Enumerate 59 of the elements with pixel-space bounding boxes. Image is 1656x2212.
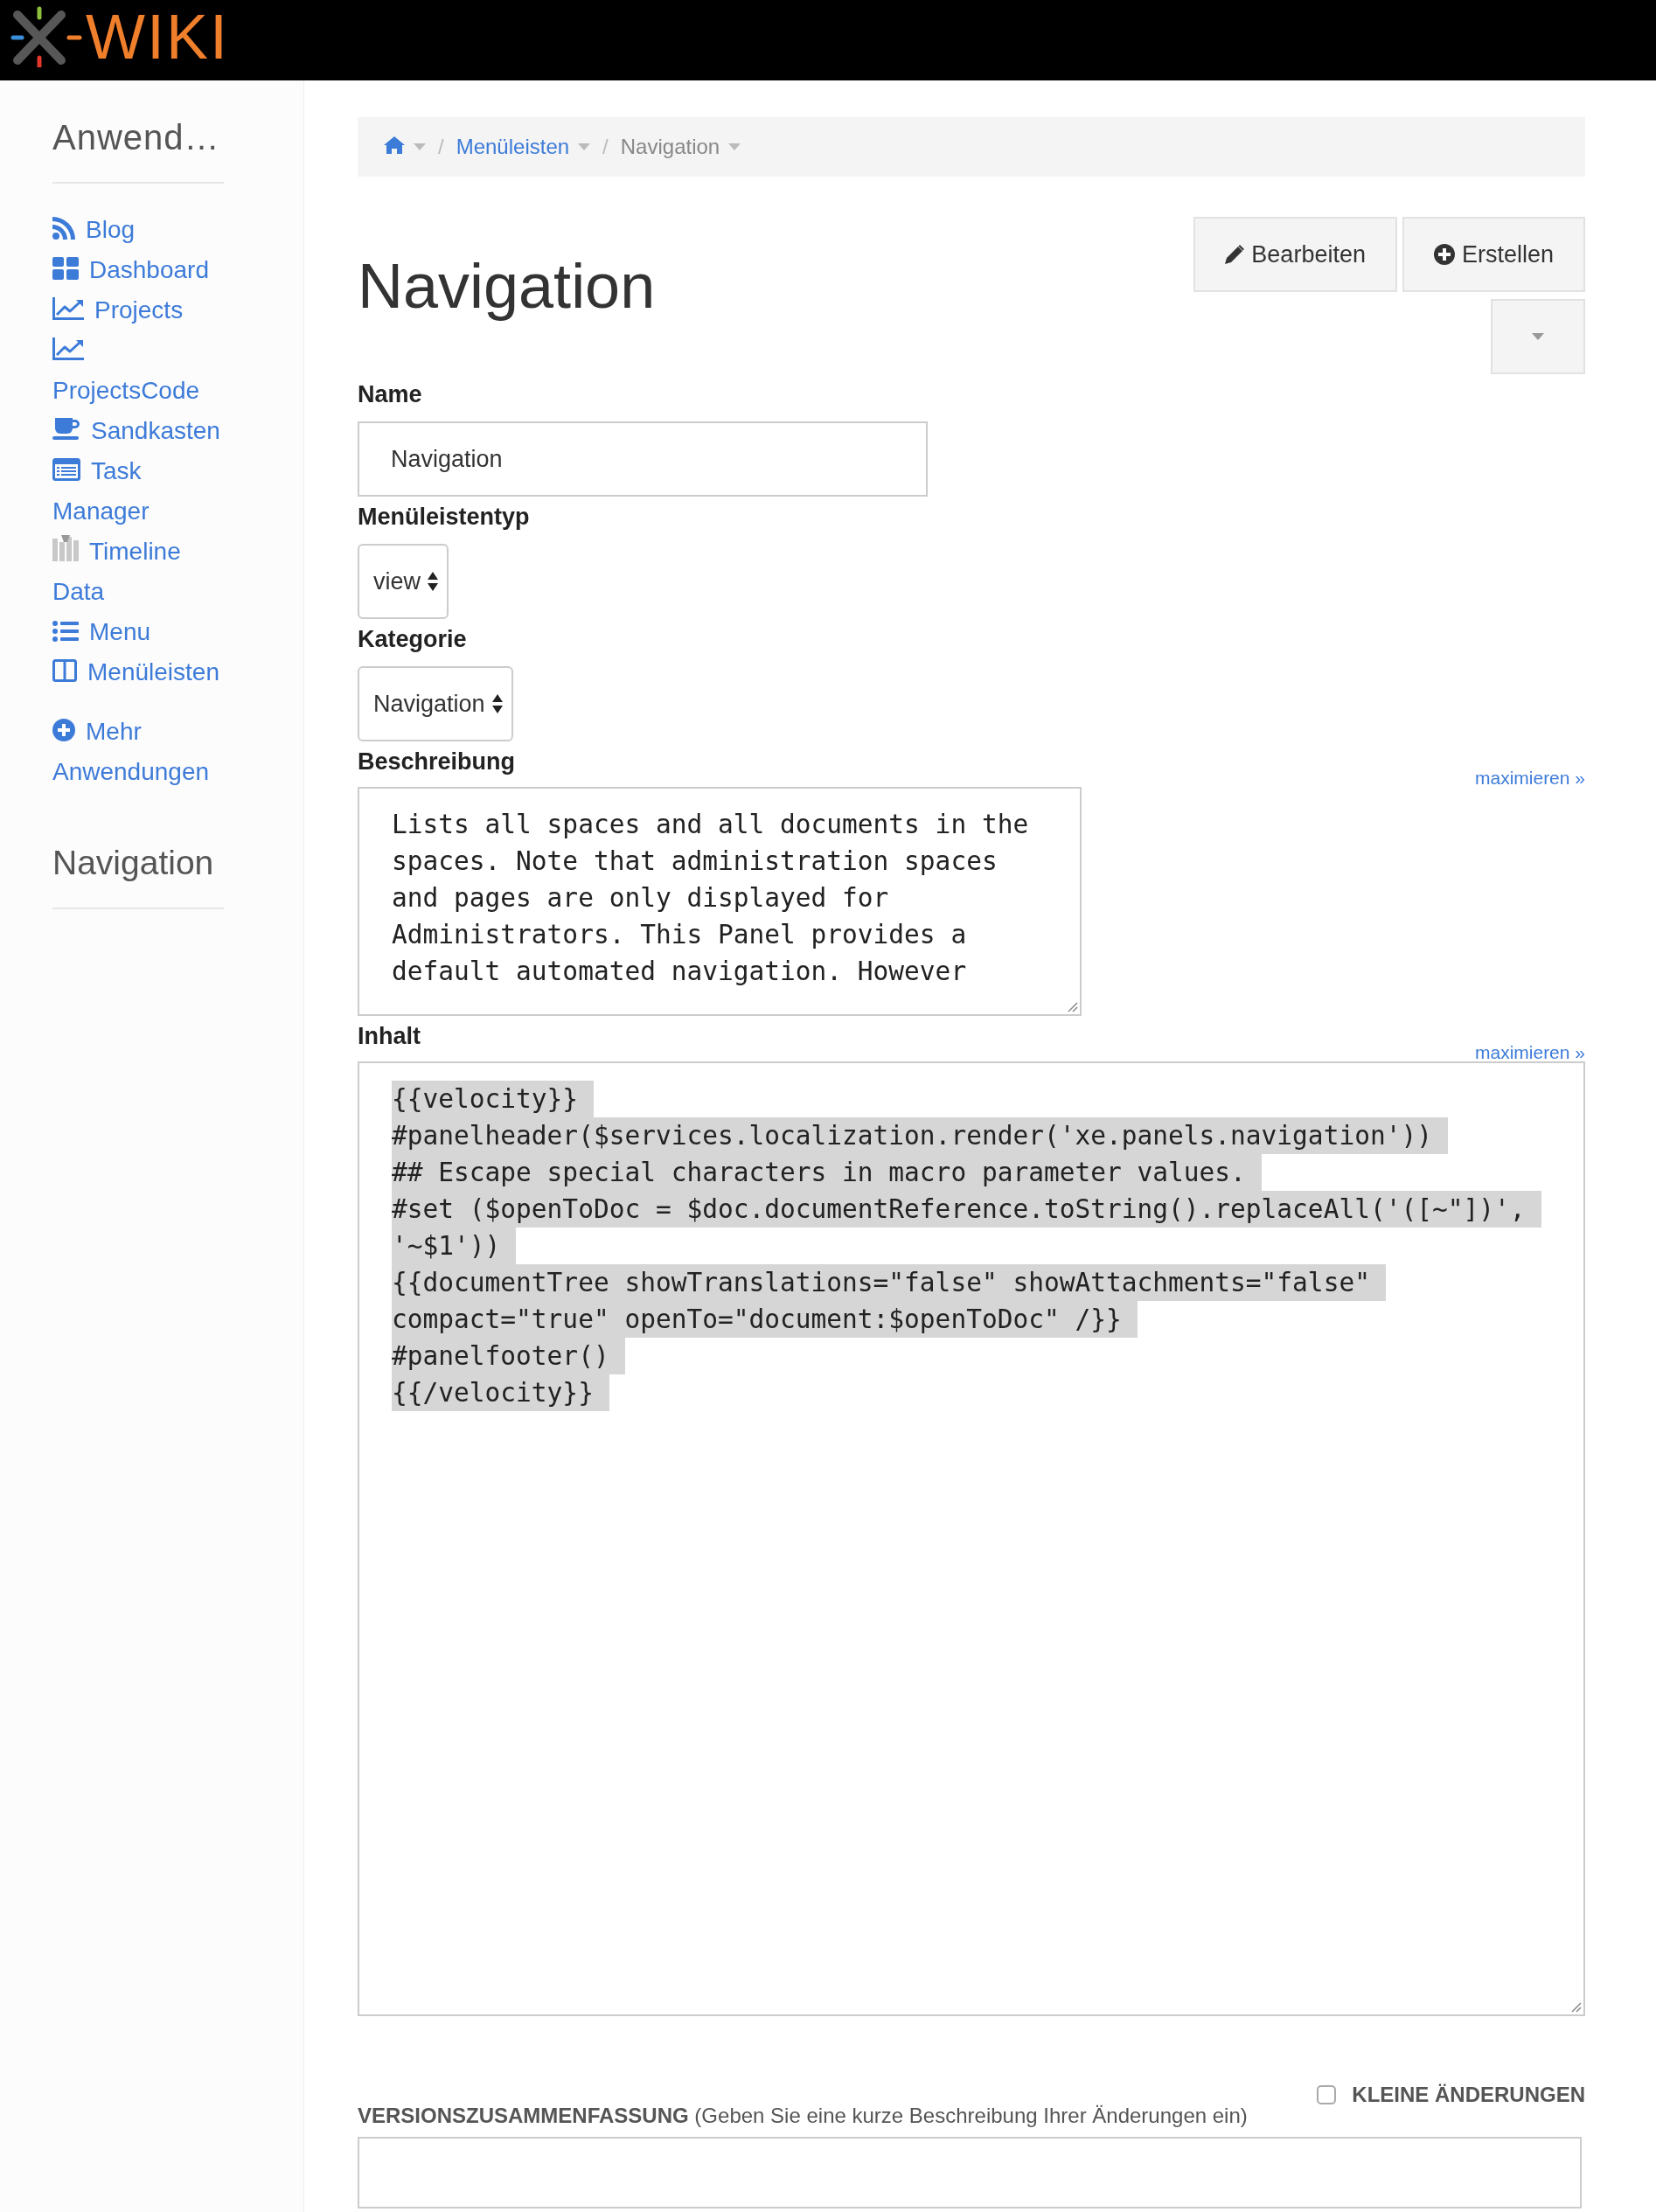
breadcrumb-separator: / — [438, 135, 444, 159]
sidebar-link[interactable]: Mehr Anwendungen — [52, 712, 227, 792]
sidebar-link[interactable]: Projects — [52, 290, 227, 330]
sidebar-link[interactable]: Menu — [52, 612, 227, 652]
cup-icon — [52, 418, 80, 441]
sidebar-link[interactable]: Sandkasten — [52, 411, 227, 451]
breadcrumb-link[interactable]: Navigation — [620, 135, 720, 159]
breadcrumb-separator: / — [602, 135, 609, 159]
caret-icon — [578, 143, 591, 150]
version-summary-field[interactable] — [358, 2137, 1582, 2209]
page-title: Navigation — [358, 250, 656, 323]
sidebar-heading: Anwend… — [52, 117, 221, 158]
checkbox-label: KLEINE ÄNDERUNGEN — [1352, 2083, 1585, 2107]
grid-icon — [52, 257, 79, 280]
select-field[interactable]: view — [358, 544, 449, 619]
maximize-link[interactable]: maximieren » — [1474, 768, 1585, 789]
plus-circle-icon — [52, 719, 75, 741]
list-icon — [52, 621, 79, 642]
caret-icon — [728, 143, 741, 150]
sort-arrows-icon — [491, 694, 503, 713]
field-label: VERSIONSZUSAMMENFASSUNG (Geben Sie eine kurze Beschreibung Ihrer Änderungen ein) — [358, 2104, 1248, 2128]
select-field[interactable]: Navigation — [358, 666, 513, 741]
pencil-icon — [1225, 245, 1245, 264]
sidebar-link[interactable]: Task Manager — [52, 451, 227, 532]
logo-text[interactable]: WIKI — [86, 5, 229, 68]
resize-grip-icon — [1569, 2000, 1582, 2013]
plus-circle-icon — [1433, 244, 1455, 265]
rss-icon — [52, 217, 75, 240]
line-chart-icon — [52, 297, 84, 320]
line-chart-icon — [52, 337, 84, 360]
sidebar-link[interactable]: Dashboard — [52, 250, 227, 290]
checkbox[interactable] — [1317, 2085, 1337, 2104]
list-card-icon — [52, 458, 80, 481]
field-label: Name — [358, 380, 422, 409]
field-label: Menüleistentyp — [358, 503, 530, 532]
columns-icon — [52, 659, 77, 682]
caret-icon — [414, 143, 426, 150]
more-actions-button[interactable] — [1491, 299, 1585, 374]
home-icon — [384, 136, 405, 154]
field-label: Inhalt — [358, 1022, 421, 1051]
logo-icon — [10, 6, 84, 67]
field-label: Beschreibung — [358, 748, 516, 776]
sidebar-link[interactable]: Menüleisten — [52, 652, 227, 692]
description-field[interactable]: Lists all spaces and all documents in the spaces. Note that administration spaces and pages are only displayed for Administrators. This Panel provides a default automated navigation. However — [358, 787, 1082, 1016]
maximize-link[interactable]: maximieren » — [1474, 1042, 1585, 1063]
sort-arrows-icon — [428, 572, 438, 591]
bar-chart-icon — [52, 535, 79, 561]
caret-icon — [1532, 333, 1544, 340]
sidebar-link[interactable]: Timeline Data — [52, 532, 227, 612]
edit-button[interactable]: Bearbeiten — [1193, 217, 1397, 292]
sidebar-heading: Navigation — [52, 843, 215, 883]
create-button[interactable]: Erstellen — [1402, 217, 1585, 292]
resize-grip-icon — [1066, 1000, 1078, 1012]
sidebar-link[interactable]: Blog — [52, 210, 227, 250]
name-field[interactable]: Navigation — [358, 421, 928, 497]
sidebar-link[interactable]: ProjectsCode — [52, 330, 227, 411]
content-editor[interactable] — [358, 1061, 1585, 2016]
breadcrumb-link[interactable]: Menüleisten — [456, 135, 570, 159]
field-label: Kategorie — [358, 625, 467, 654]
